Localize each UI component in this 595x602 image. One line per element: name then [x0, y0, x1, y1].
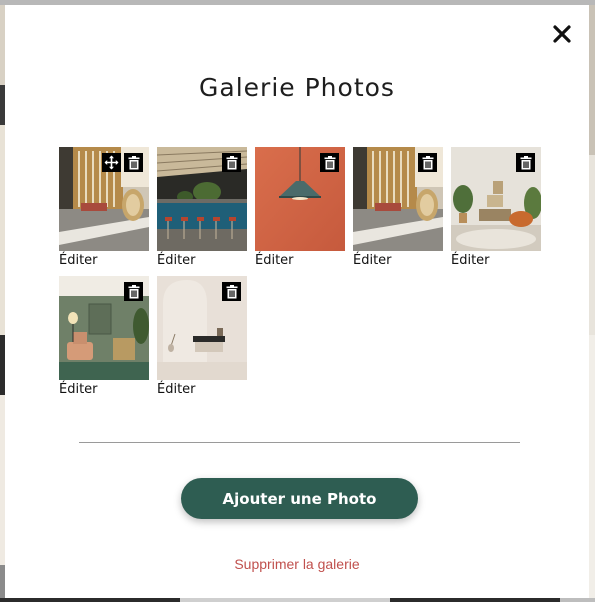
photo-tile: Éditer — [255, 147, 345, 268]
photo-thumbnail[interactable] — [59, 147, 149, 251]
photo-tile: Éditer — [157, 147, 247, 268]
edit-photo-link[interactable]: Éditer — [353, 253, 392, 268]
modal-title: Galerie Photos — [199, 73, 395, 102]
photo-thumbnail[interactable] — [59, 276, 149, 380]
photo-thumbnail[interactable] — [255, 147, 345, 251]
photo-tile: Éditer — [451, 147, 541, 268]
photo-thumbnail[interactable] — [353, 147, 443, 251]
edit-photo-link[interactable]: Éditer — [157, 382, 196, 397]
photo-thumbnail[interactable] — [451, 147, 541, 251]
delete-photo-button[interactable] — [418, 153, 437, 172]
photo-tile: Éditer — [59, 147, 149, 268]
background-page-bottom — [0, 598, 595, 602]
photo-thumbnail[interactable] — [157, 147, 247, 251]
edit-photo-link[interactable]: Éditer — [451, 253, 490, 268]
photo-thumbnail[interactable] — [157, 276, 247, 380]
edit-photo-link[interactable]: Éditer — [157, 253, 196, 268]
edit-photo-link[interactable]: Éditer — [59, 253, 98, 268]
delete-photo-button[interactable] — [320, 153, 339, 172]
delete-photo-button[interactable] — [124, 282, 143, 301]
delete-photo-button[interactable] — [124, 153, 143, 172]
delete-gallery-link[interactable]: Supprimer la galerie — [5, 556, 589, 572]
delete-photo-button[interactable] — [516, 153, 535, 172]
photo-grid: Éditer Éditer Éditer Éditer Éditer Édite… — [59, 147, 559, 397]
trash-icon — [422, 155, 433, 169]
trash-icon — [324, 155, 335, 169]
trash-icon — [128, 155, 139, 169]
divider — [79, 442, 520, 443]
edit-photo-link[interactable]: Éditer — [59, 382, 98, 397]
gallery-modal: Galerie Photos Éditer Éditer Éditer Édit… — [5, 5, 589, 598]
background-page-right — [589, 5, 595, 602]
photo-tile: Éditer — [353, 147, 443, 268]
add-photo-button[interactable]: Ajouter une Photo — [181, 478, 418, 519]
delete-photo-button[interactable] — [222, 282, 241, 301]
close-icon — [553, 25, 571, 43]
close-button[interactable] — [551, 23, 573, 45]
move-handle[interactable] — [102, 153, 121, 172]
delete-photo-button[interactable] — [222, 153, 241, 172]
trash-icon — [226, 155, 237, 169]
trash-icon — [128, 284, 139, 298]
photo-tile: Éditer — [157, 276, 247, 397]
trash-icon — [226, 284, 237, 298]
move-icon — [104, 155, 119, 170]
edit-photo-link[interactable]: Éditer — [255, 253, 294, 268]
trash-icon — [520, 155, 531, 169]
photo-tile: Éditer — [59, 276, 149, 397]
